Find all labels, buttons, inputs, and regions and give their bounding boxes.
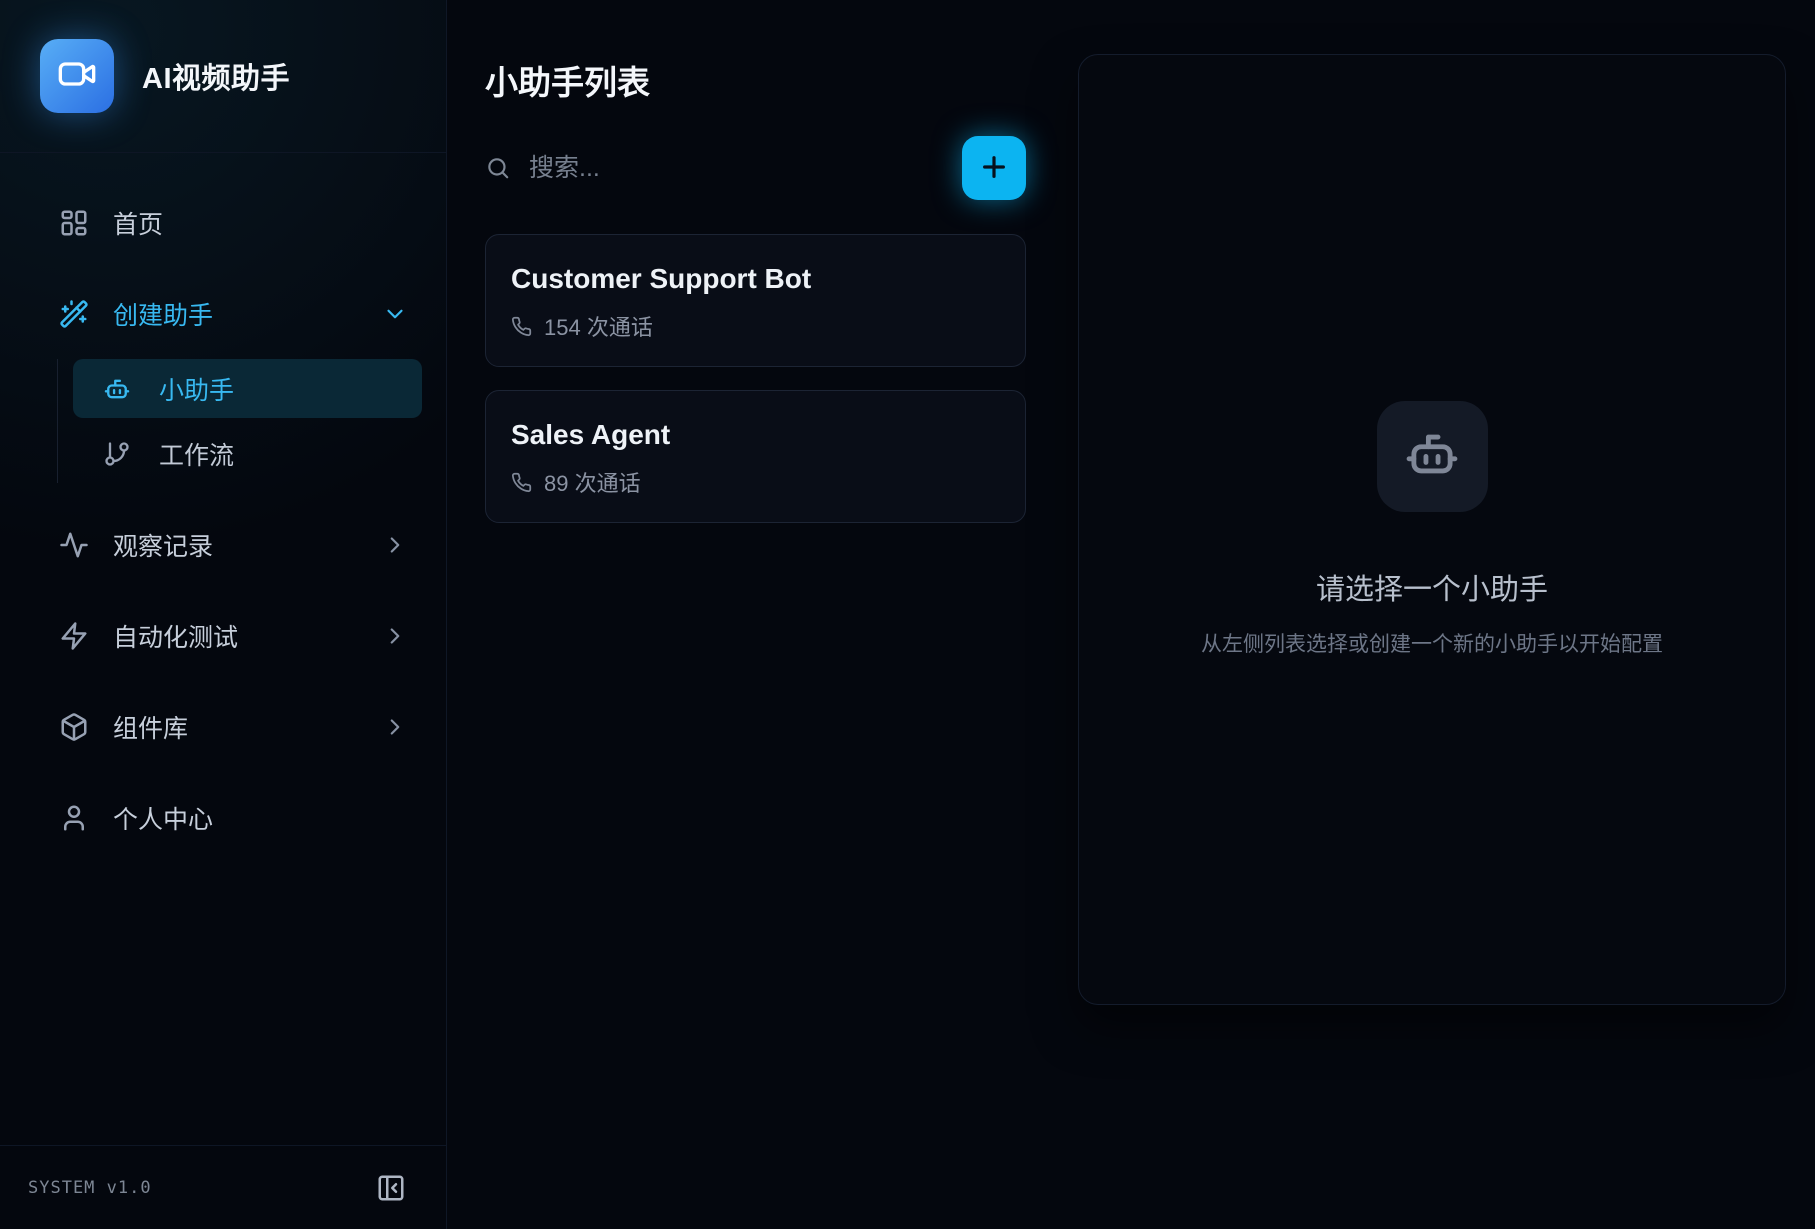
git-branch-icon	[103, 440, 131, 468]
sidebar-item-label: 首页	[113, 205, 163, 241]
cube-box-icon	[59, 712, 89, 742]
collapse-sidebar-button[interactable]	[376, 1173, 406, 1203]
assistant-name: Sales Agent	[511, 419, 1001, 451]
phone-icon	[511, 316, 532, 337]
dashboard-icon	[59, 208, 89, 238]
system-version-label: SYSTEM v1.0	[28, 1178, 152, 1198]
lightning-zap-icon	[59, 621, 89, 651]
call-count-label: 154 次通话	[544, 310, 653, 342]
sidebar-item-label: 自动化测试	[113, 618, 238, 654]
assistant-cards: Customer Support Bot 154 次通话 Sales Agent	[485, 234, 1026, 523]
phone-icon	[511, 472, 532, 493]
sidebar: AI视频助手 首页	[0, 0, 447, 1229]
activity-pulse-icon	[59, 530, 89, 560]
app-root: AI视频助手 首页	[0, 0, 1815, 1229]
assistant-name: Customer Support Bot	[511, 263, 1001, 295]
sidebar-header: AI视频助手	[0, 0, 446, 153]
sidebar-item-label: 观察记录	[113, 527, 213, 563]
search-row	[485, 136, 1026, 200]
video-camera-icon	[57, 54, 97, 99]
assistant-card[interactable]: Sales Agent 89 次通话	[485, 390, 1026, 523]
empty-state-icon-box	[1377, 401, 1488, 512]
search-icon	[485, 155, 511, 181]
sidebar-subitem-label: 小助手	[159, 371, 234, 407]
user-icon	[59, 803, 89, 833]
sidebar-item-create-assistant[interactable]: 创建助手	[24, 284, 422, 343]
plus-icon	[978, 151, 1010, 186]
bot-icon	[103, 375, 131, 403]
chevron-right-icon	[382, 714, 408, 740]
sidebar-subitem-label: 工作流	[159, 436, 234, 472]
chevron-right-icon	[382, 532, 408, 558]
assistant-call-count: 154 次通话	[511, 310, 1001, 342]
empty-state-title: 请选择一个小助手	[1316, 566, 1548, 608]
search-input[interactable]	[529, 154, 946, 183]
app-title: AI视频助手	[142, 55, 290, 97]
bot-icon	[1403, 425, 1461, 488]
panel-left-close-icon	[376, 1191, 406, 1206]
sidebar-item-component-library[interactable]: 组件库	[24, 697, 422, 756]
sidebar-item-profile[interactable]: 个人中心	[24, 788, 422, 847]
magic-wand-icon	[59, 299, 89, 329]
search-box	[485, 154, 946, 183]
sidebar-item-label: 创建助手	[113, 296, 213, 332]
app-logo	[40, 39, 114, 113]
sidebar-subitem-assistants[interactable]: 小助手	[73, 359, 422, 418]
sidebar-nav: 首页 创建助手	[0, 153, 446, 1145]
detail-panel-container: 请选择一个小助手 从左侧列表选择或创建一个新的小助手以开始配置	[1078, 0, 1815, 1229]
call-count-label: 89 次通话	[544, 466, 641, 498]
sidebar-item-observation-logs[interactable]: 观察记录	[24, 515, 422, 574]
chevron-down-icon	[382, 301, 408, 327]
create-assistant-submenu: 小助手 工作流	[57, 359, 422, 483]
add-assistant-button[interactable]	[962, 136, 1026, 200]
panel-title: 小助手列表	[485, 56, 1026, 104]
assistant-list-panel: 小助手列表 Customer Support Bot	[447, 0, 1078, 1229]
sidebar-item-label: 个人中心	[113, 800, 213, 836]
sidebar-item-automated-testing[interactable]: 自动化测试	[24, 606, 422, 665]
assistant-card[interactable]: Customer Support Bot 154 次通话	[485, 234, 1026, 367]
sidebar-footer: SYSTEM v1.0	[0, 1145, 446, 1229]
chevron-right-icon	[382, 623, 408, 649]
sidebar-item-label: 组件库	[113, 709, 188, 745]
assistant-call-count: 89 次通话	[511, 466, 1001, 498]
sidebar-item-home[interactable]: 首页	[24, 193, 422, 252]
empty-state-subtitle: 从左侧列表选择或创建一个新的小助手以开始配置	[1201, 628, 1663, 658]
sidebar-subitem-workflow[interactable]: 工作流	[73, 424, 422, 483]
detail-panel: 请选择一个小助手 从左侧列表选择或创建一个新的小助手以开始配置	[1078, 54, 1786, 1005]
